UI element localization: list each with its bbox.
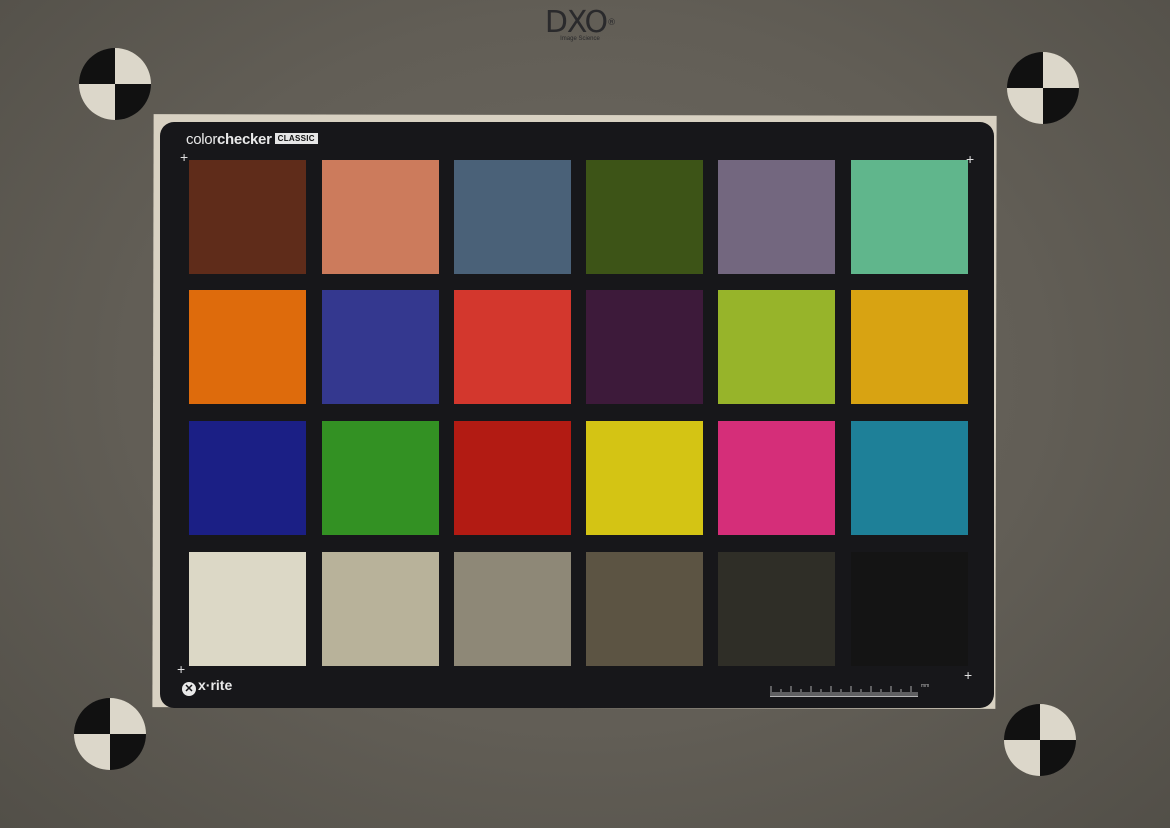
registration-target-bottom-left	[74, 698, 146, 770]
color-patch-r3-c6	[851, 421, 968, 535]
color-patch-r2-c1	[189, 290, 306, 404]
colorchecker-card: colorchecker CLASSIC + + + + ✕ x·rite mm	[160, 122, 994, 708]
color-patch-r1-c4	[586, 160, 703, 274]
color-patch-r3-c2	[322, 421, 439, 535]
crosshair-bottom-right-icon: +	[964, 667, 973, 683]
dxo-logo: DXO® Image Science	[540, 8, 620, 43]
classic-badge: CLASSIC	[274, 133, 318, 144]
xrite-logo: ✕ x·rite	[182, 677, 232, 696]
color-patch-r1-c1	[189, 160, 306, 274]
crosshair-bottom-left-icon: +	[177, 661, 186, 677]
color-patch-r3-c4	[586, 421, 703, 535]
color-patch-r4-c1	[189, 552, 306, 666]
dxo-logo-text: DXO	[544, 5, 608, 40]
color-patch-r4-c4	[586, 552, 703, 666]
mm-ruler	[770, 686, 918, 697]
color-patch-r2-c3	[454, 290, 571, 404]
ruler-unit-label: mm	[921, 683, 930, 689]
xrite-mark-icon: ✕	[182, 682, 196, 696]
registered-mark: ®	[607, 18, 616, 28]
brand-bold-text: checker	[217, 131, 272, 148]
colorchecker-brand: colorchecker CLASSIC	[186, 131, 318, 148]
xrite-text: x·rite	[198, 677, 233, 693]
brand-light-text: color	[186, 131, 218, 148]
color-patch-r3-c1	[189, 421, 306, 535]
color-patch-r1-c3	[454, 160, 571, 274]
color-patch-r1-c6	[851, 160, 968, 274]
color-patch-r4-c5	[718, 552, 835, 666]
registration-target-bottom-right	[1004, 704, 1076, 776]
color-patch-r3-c3	[454, 421, 571, 535]
color-patch-r1-c5	[718, 160, 835, 274]
crosshair-top-left-icon: +	[180, 149, 189, 165]
color-patch-r4-c6	[851, 552, 968, 666]
color-patch-r2-c4	[586, 290, 703, 404]
color-patch-r1-c2	[322, 160, 439, 274]
registration-target-top-right	[1007, 52, 1079, 124]
color-patch-r4-c2	[322, 552, 439, 666]
registration-target-top-left	[79, 48, 151, 120]
color-patch-r2-c5	[718, 290, 835, 404]
color-patch-r4-c3	[454, 552, 571, 666]
color-patch-r2-c2	[322, 290, 439, 404]
color-patch-r2-c6	[851, 290, 968, 404]
color-patch-r3-c5	[718, 421, 835, 535]
